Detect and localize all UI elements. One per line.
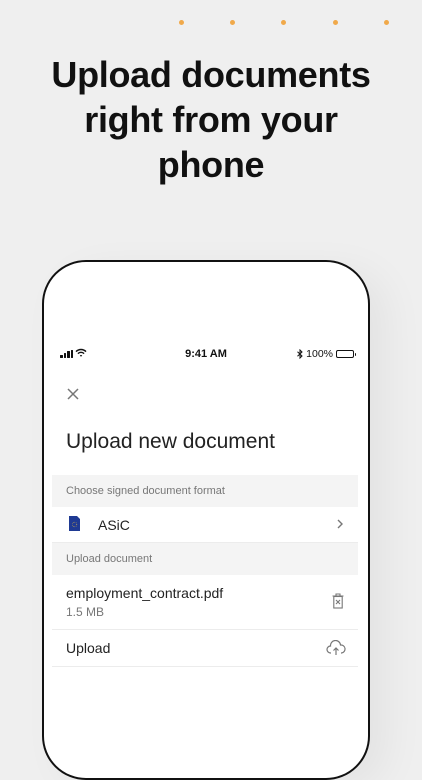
page-title: Upload new document	[66, 430, 275, 453]
headline-line: Upload documents	[51, 54, 371, 95]
file-size: 1.5 MB	[66, 605, 105, 619]
status-bar: 9:41 AM 100%	[44, 348, 368, 362]
file-name: employment_contract.pdf	[66, 585, 224, 601]
headline: Upload documents right from your phone	[0, 52, 422, 187]
phone-frame: 9:41 AM 100% Upload new document Choose …	[42, 260, 370, 780]
headline-line: phone	[157, 144, 265, 185]
eu-document-icon	[69, 516, 80, 531]
dot	[230, 20, 235, 25]
upload-section-header: Upload document	[52, 543, 358, 575]
chevron-right-icon	[337, 519, 343, 529]
cloud-upload-icon	[326, 640, 346, 655]
close-icon[interactable]	[65, 386, 81, 402]
upload-label: Upload	[66, 640, 111, 656]
battery-percent: 100%	[306, 348, 333, 360]
battery-icon	[336, 350, 356, 358]
delete-icon[interactable]	[332, 593, 344, 609]
dot	[179, 20, 184, 25]
bluetooth-icon	[297, 349, 303, 359]
headline-line: right from your	[84, 99, 338, 140]
dot	[281, 20, 286, 25]
uploaded-file-row: employment_contract.pdf 1.5 MB	[52, 575, 358, 630]
dot	[384, 20, 389, 25]
format-label: ASiC	[98, 517, 130, 533]
format-select-asic[interactable]: ASiC	[52, 507, 358, 543]
decorative-dots	[179, 20, 389, 26]
upload-button[interactable]: Upload	[52, 630, 358, 667]
status-right: 100%	[297, 348, 356, 360]
format-section-header: Choose signed document format	[52, 475, 358, 507]
dot	[333, 20, 338, 25]
